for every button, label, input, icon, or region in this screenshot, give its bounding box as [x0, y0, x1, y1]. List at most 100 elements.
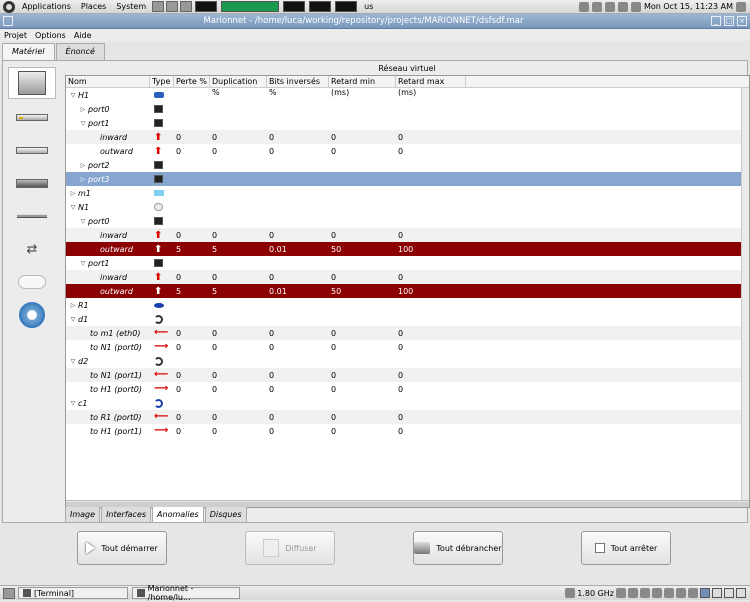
tree-row[interactable]: to H1 (port1) ⟶ 0 0 0 0 0: [66, 424, 749, 438]
cell-retard-max[interactable]: 100: [396, 245, 466, 254]
cell-retard-min[interactable]: 50: [329, 245, 396, 254]
window-menu-icon[interactable]: [3, 16, 13, 26]
menu-applications[interactable]: Applications: [17, 2, 76, 11]
expander-open-icon[interactable]: ▽: [78, 260, 88, 267]
cell-retard-max[interactable]: 0: [396, 273, 466, 282]
cell-retard-max[interactable]: 0: [396, 385, 466, 394]
cell-perte[interactable]: 0: [174, 147, 210, 156]
cell-duplication[interactable]: 5: [210, 287, 267, 296]
workspace-switcher[interactable]: [712, 588, 722, 598]
cell-retard-min[interactable]: 0: [329, 385, 396, 394]
cell-duplication[interactable]: 0: [210, 329, 267, 338]
cell-retard-min[interactable]: 0: [329, 329, 396, 338]
cell-bits[interactable]: 0: [267, 231, 329, 240]
palette-hub[interactable]: [8, 102, 56, 132]
cell-bits[interactable]: 0.01: [267, 245, 329, 254]
tab-materiel[interactable]: Matériel: [2, 43, 55, 60]
menu-system[interactable]: System: [111, 2, 151, 11]
cpufreq-icon[interactable]: [565, 588, 576, 598]
tree-row[interactable]: inward ⬆ 0 0 0 0 0: [66, 130, 749, 144]
vertical-scrollbar[interactable]: [741, 88, 749, 501]
cell-perte[interactable]: 0: [174, 329, 210, 338]
task-marionnet[interactable]: Marionnet - /home/lu...: [132, 584, 240, 602]
tree-row[interactable]: ▽ d2: [66, 354, 749, 368]
power-icon[interactable]: [617, 1, 628, 12]
diffuse-button[interactable]: Diffuser: [245, 531, 335, 565]
palette-world-gateway[interactable]: [8, 300, 56, 330]
cell-duplication[interactable]: 0: [210, 385, 267, 394]
tree-row[interactable]: to m1 (eth0) ⟵ 0 0 0 0 0: [66, 326, 749, 340]
col-header-nom[interactable]: Nom: [66, 76, 150, 87]
cell-bits[interactable]: 0: [267, 133, 329, 142]
cell-bits[interactable]: 0: [267, 427, 329, 436]
anomalies-tree[interactable]: Nom Type Perte % Duplication % Bits inve…: [65, 75, 750, 508]
tree-row[interactable]: ▽ port1: [66, 116, 749, 130]
keyboard-layout[interactable]: us: [359, 2, 378, 11]
cell-retard-min[interactable]: 0: [329, 133, 396, 142]
start-all-button[interactable]: Tout démarrer: [77, 531, 167, 565]
tree-row[interactable]: to N1 (port0) ⟶ 0 0 0 0 0: [66, 340, 749, 354]
cell-bits[interactable]: 0: [267, 343, 329, 352]
cell-bits[interactable]: 0.01: [267, 287, 329, 296]
cell-retard-min[interactable]: 0: [329, 371, 396, 380]
close-icon[interactable]: ×: [737, 16, 747, 26]
cell-retard-max[interactable]: 0: [396, 343, 466, 352]
cell-duplication[interactable]: 0: [210, 231, 267, 240]
volume-icon[interactable]: [630, 1, 641, 12]
stop-all-button[interactable]: Tout arrêter: [581, 531, 671, 565]
cell-retard-min[interactable]: 0: [329, 413, 396, 422]
cell-bits[interactable]: 0: [267, 385, 329, 394]
cell-duplication[interactable]: 0: [210, 427, 267, 436]
tray-icon[interactable]: [664, 588, 674, 598]
cell-retard-max[interactable]: 100: [396, 287, 466, 296]
tree-row[interactable]: ▷ port0: [66, 102, 749, 116]
tab-enonce[interactable]: Énoncé: [55, 43, 105, 60]
tray-icon[interactable]: [616, 588, 626, 598]
tree-row[interactable]: ▽ port1: [66, 256, 749, 270]
col-header-type[interactable]: Type: [150, 76, 174, 87]
expander-closed-icon[interactable]: ▷: [78, 106, 88, 113]
palette-cable-straight[interactable]: [8, 201, 56, 231]
tray-icon[interactable]: [688, 588, 698, 598]
tree-row[interactable]: ▽ d1: [66, 312, 749, 326]
cell-retard-min[interactable]: 0: [329, 231, 396, 240]
workspace-switcher[interactable]: [736, 588, 746, 598]
cell-bits[interactable]: 0: [267, 371, 329, 380]
tab-image[interactable]: Image: [65, 507, 101, 523]
tree-row[interactable]: ▷ port3: [66, 172, 749, 186]
col-header-duplication[interactable]: Duplication %: [210, 76, 267, 97]
tree-row[interactable]: ▷ R1: [66, 298, 749, 312]
expander-open-icon[interactable]: ▽: [68, 316, 78, 323]
signal-icon[interactable]: [736, 1, 746, 12]
cell-bits[interactable]: 0: [267, 329, 329, 338]
expander-closed-icon[interactable]: ▷: [68, 190, 78, 197]
tree-row[interactable]: outward ⬆ 5 5 0.01 50 100: [66, 284, 749, 298]
workspace-switcher[interactable]: [700, 588, 710, 598]
tray-icon[interactable]: [676, 588, 686, 598]
notification-icon[interactable]: [578, 1, 589, 12]
palette-cable-crossed[interactable]: ⇄: [8, 234, 56, 264]
menu-places[interactable]: Places: [76, 2, 111, 11]
cell-retard-max[interactable]: 0: [396, 133, 466, 142]
tab-anomalies[interactable]: Anomalies: [152, 507, 204, 523]
menu-projet[interactable]: Projet: [0, 31, 31, 40]
cell-retard-min[interactable]: 0: [329, 427, 396, 436]
unplug-all-button[interactable]: Tout débrancher: [413, 531, 503, 565]
tree-row[interactable]: to N1 (port1) ⟵ 0 0 0 0 0: [66, 368, 749, 382]
cell-retard-min[interactable]: 50: [329, 287, 396, 296]
palette-router[interactable]: [8, 168, 56, 198]
cell-duplication[interactable]: 0: [210, 413, 267, 422]
tree-row[interactable]: ▽ port0: [66, 214, 749, 228]
cell-perte[interactable]: 0: [174, 231, 210, 240]
tree-row[interactable]: ▽ N1: [66, 200, 749, 214]
cell-duplication[interactable]: 0: [210, 133, 267, 142]
cell-perte[interactable]: 0: [174, 273, 210, 282]
task-terminal[interactable]: [Terminal]: [18, 587, 128, 599]
col-header-retard-min[interactable]: Retard min (ms): [329, 76, 396, 97]
col-header-retard-max[interactable]: Retard max (ms): [396, 76, 466, 97]
cell-retard-max[interactable]: 0: [396, 427, 466, 436]
expander-open-icon[interactable]: ▽: [68, 400, 78, 407]
expander-closed-icon[interactable]: ▷: [78, 176, 88, 183]
tray-icon[interactable]: [640, 588, 650, 598]
cell-duplication[interactable]: 0: [210, 147, 267, 156]
